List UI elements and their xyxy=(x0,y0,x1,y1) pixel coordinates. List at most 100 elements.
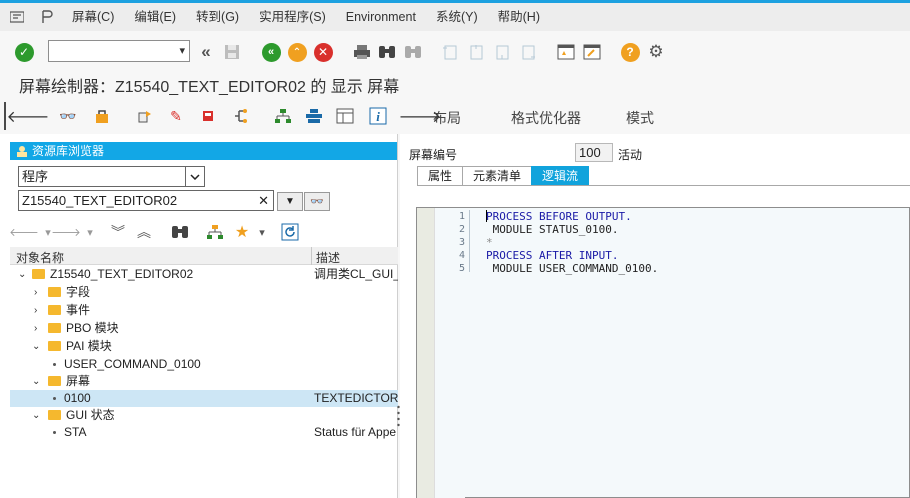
green-back-icon[interactable]: « xyxy=(261,42,281,62)
collapse-all-icon[interactable]: ︾ xyxy=(108,222,128,242)
line-number: 4 xyxy=(458,250,465,261)
prev-page-icon[interactable] xyxy=(466,42,486,62)
favorite-dropdown-icon[interactable]: ▾ xyxy=(252,222,272,242)
chevron-right-icon[interactable]: › xyxy=(34,320,37,337)
tree-row-fields[interactable]: › 字段 xyxy=(10,284,398,301)
line-number: 2 xyxy=(458,224,465,235)
menu-help[interactable]: 帮助(H) xyxy=(498,3,540,31)
back-double-icon[interactable]: « xyxy=(196,42,216,62)
tree-item-label: 屏幕 xyxy=(66,374,91,388)
nav-forward-icon[interactable]: 🡒 xyxy=(51,222,81,242)
column-description[interactable]: 描述 xyxy=(316,249,340,266)
tab-attributes[interactable]: 属性 xyxy=(417,166,464,186)
column-object-name[interactable]: 对象名称 xyxy=(16,249,64,266)
mode-button[interactable]: 模式 xyxy=(626,108,654,128)
new-session-icon[interactable] xyxy=(556,42,576,62)
code-line[interactable]: PROCESS AFTER INPUT. xyxy=(486,249,618,262)
chevron-down-icon[interactable]: ⌄ xyxy=(32,373,40,390)
nav-back-icon[interactable]: 🡐 xyxy=(9,222,39,242)
tree-row-pai[interactable]: ⌄ PAI 模块 xyxy=(10,338,398,355)
menu-screen[interactable]: 屏幕(C) xyxy=(72,3,114,31)
chevron-down-icon[interactable]: ⌄ xyxy=(18,266,26,283)
hierarchy-icon[interactable] xyxy=(273,106,293,126)
chevron-right-icon[interactable]: › xyxy=(34,302,37,319)
layout-button[interactable]: 布局 xyxy=(433,108,461,128)
format-optimizer-button[interactable]: 格式优化器 xyxy=(511,108,581,128)
delete-icon[interactable] xyxy=(198,106,218,126)
settings-icon[interactable]: ⚙ xyxy=(646,42,666,62)
folder-icon xyxy=(48,341,61,351)
shortcut-icon[interactable] xyxy=(582,42,602,62)
print-icon[interactable] xyxy=(352,42,372,62)
where-used-icon[interactable] xyxy=(135,106,155,126)
editor-margin xyxy=(417,208,435,498)
stack-icon[interactable] xyxy=(304,106,324,126)
menu-environment[interactable]: Environment xyxy=(346,3,416,31)
info-icon[interactable]: i xyxy=(368,106,388,126)
save-icon[interactable] xyxy=(222,42,242,62)
code-line[interactable]: MODULE USER_COMMAND_0100. xyxy=(486,262,659,275)
display-button[interactable]: 👓 xyxy=(304,192,330,211)
tree-row-screens[interactable]: ⌄ 屏幕 xyxy=(10,373,398,390)
chevron-down-icon[interactable]: ⌄ xyxy=(32,407,40,424)
branch-icon[interactable] xyxy=(230,106,250,126)
chevron-down-icon[interactable]: ▾ xyxy=(179,44,185,57)
customize-icon[interactable] xyxy=(36,7,58,27)
help-icon[interactable]: ? xyxy=(620,42,640,62)
folder-icon xyxy=(48,323,61,333)
code-line[interactable]: PROCESS BEFORE OUTPUT. xyxy=(486,210,632,223)
tree-item-label: Z15540_TEXT_EDITOR02 xyxy=(50,267,194,281)
tab-element-list[interactable]: 元素清单 xyxy=(462,166,533,186)
toolbar-check-icon[interactable]: ✓ xyxy=(14,42,34,62)
screen-number-field[interactable]: 100 xyxy=(575,143,613,162)
last-page-icon[interactable] xyxy=(518,42,538,62)
tree-row-gui-item[interactable]: STA Status für Appe xyxy=(10,424,398,441)
object-dropdown-button[interactable]: ▼ xyxy=(277,192,303,211)
cancel-icon[interactable]: ✕ xyxy=(313,42,333,62)
menu-utilities[interactable]: 实用程序(S) xyxy=(259,3,326,31)
tree-row-events[interactable]: › 事件 xyxy=(10,302,398,319)
back-arrow-icon[interactable]: 🡐 xyxy=(7,106,50,126)
tree-item-label: 字段 xyxy=(66,285,91,299)
code-line[interactable]: MODULE STATUS_0100. xyxy=(486,223,619,236)
tree-row-root[interactable]: ⌄ Z15540_TEXT_EDITOR02 调用类CL_GUI_ xyxy=(10,266,398,283)
refresh-icon[interactable] xyxy=(280,222,300,242)
favorite-star-icon[interactable]: ★ xyxy=(232,222,252,242)
command-field[interactable]: ▾ xyxy=(48,40,190,62)
chevron-right-icon[interactable]: › xyxy=(34,284,37,301)
activate-icon[interactable] xyxy=(92,106,112,126)
tree-row-pbo[interactable]: › PBO 模块 xyxy=(10,320,398,337)
chevron-down-icon[interactable] xyxy=(185,167,204,186)
expand-all-icon[interactable]: ︽ xyxy=(134,222,154,242)
menu-system[interactable]: 系统(Y) xyxy=(436,3,478,31)
menu-goto[interactable]: 转到(G) xyxy=(196,3,239,31)
page-title: 屏幕绘制器：Z15540_TEXT_EDITOR02 的 显示 屏幕 xyxy=(19,79,400,96)
glasses-icon[interactable]: 👓 xyxy=(58,106,78,126)
tree-hierarchy-icon[interactable] xyxy=(205,222,225,242)
code-line[interactable]: * xyxy=(486,236,493,249)
tree-row-pai-item[interactable]: USER_COMMAND_0100 xyxy=(10,356,398,373)
menu-edit[interactable]: 编辑(E) xyxy=(134,3,176,31)
chevron-down-icon[interactable]: ⌄ xyxy=(32,338,40,355)
tree-item-description: 调用类CL_GUI_ xyxy=(314,267,398,281)
first-page-icon[interactable] xyxy=(440,42,460,62)
find-tree-icon[interactable] xyxy=(170,222,190,242)
find-next-icon[interactable] xyxy=(403,42,423,62)
object-name-input[interactable]: Z15540_TEXT_EDITOR02 ✕ xyxy=(18,190,274,211)
exit-icon[interactable]: ⌃ xyxy=(287,42,307,62)
tree-row-screen-item[interactable]: 0100 TEXTEDICTOR xyxy=(10,390,398,407)
menu-icon[interactable] xyxy=(6,7,28,27)
object-type-select[interactable]: 程序 xyxy=(18,166,205,187)
nav-forward-dropdown-icon[interactable]: ▾ xyxy=(80,222,100,242)
layout-grid-icon[interactable] xyxy=(335,106,355,126)
folder-icon xyxy=(48,376,61,386)
tree-row-gui[interactable]: ⌄ GUI 状态 xyxy=(10,407,398,424)
screen-status: 活动 xyxy=(618,148,643,162)
tab-flow-logic[interactable]: 逻辑流 xyxy=(531,166,590,186)
arrow-right-icon[interactable]: 🡒 xyxy=(399,106,442,126)
next-page-icon[interactable] xyxy=(492,42,512,62)
find-icon[interactable] xyxy=(377,42,397,62)
line-number: 5 xyxy=(458,263,465,274)
wand-icon[interactable]: ✎ xyxy=(166,106,186,126)
clear-icon[interactable]: ✕ xyxy=(258,191,269,210)
